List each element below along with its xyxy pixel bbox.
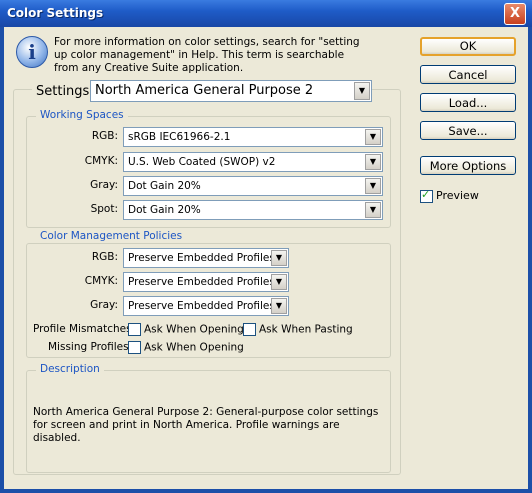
policy-rgb-label: RGB: xyxy=(91,251,118,263)
chevron-down-icon[interactable]: ▼ xyxy=(271,298,287,314)
preview-checkbox[interactable] xyxy=(420,188,433,203)
settings-select[interactable]: North America General Purpose 2 ▼ xyxy=(90,80,372,102)
ws-rgb-value: sRGB IEC61966-2.1 xyxy=(128,131,231,143)
mismatch-ask-pasting-label: Ask When Pasting xyxy=(259,323,353,336)
window-title: Color Settings xyxy=(7,6,104,20)
ws-gray-select[interactable]: Dot Gain 20% ▼ xyxy=(123,176,383,196)
chevron-down-icon[interactable]: ▼ xyxy=(365,178,381,194)
dialog-body: i For more information on color settings… xyxy=(4,27,528,489)
title-bar[interactable]: Color Settings X xyxy=(0,0,532,27)
info-icon: i xyxy=(16,36,48,68)
policy-rgb-select[interactable]: Preserve Embedded Profiles ▼ xyxy=(123,248,289,268)
mismatch-ask-pasting-option[interactable]: Ask When Pasting xyxy=(243,323,353,336)
ws-rgb-label: RGB: xyxy=(91,130,118,142)
close-button[interactable]: X xyxy=(504,3,526,25)
policy-gray-select[interactable]: Preserve Embedded Profiles ▼ xyxy=(123,296,289,316)
profile-mismatches-label: Profile Mismatches: xyxy=(33,323,136,335)
policy-cmyk-select[interactable]: Preserve Embedded Profiles ▼ xyxy=(123,272,289,292)
cancel-button[interactable]: Cancel xyxy=(420,65,516,84)
ws-spot-value: Dot Gain 20% xyxy=(128,204,201,216)
missing-ask-opening-option[interactable]: Ask When Opening xyxy=(128,341,244,354)
chevron-down-icon[interactable]: ▼ xyxy=(354,82,370,100)
missing-ask-opening-label: Ask When Opening xyxy=(144,341,244,354)
description-text: North America General Purpose 2: General… xyxy=(33,406,379,444)
chevron-down-icon[interactable]: ▼ xyxy=(365,154,381,170)
save-button[interactable]: Save... xyxy=(420,121,516,140)
ws-gray-label: Gray: xyxy=(90,179,118,191)
ws-cmyk-select[interactable]: U.S. Web Coated (SWOP) v2 ▼ xyxy=(123,152,383,172)
description-legend: Description xyxy=(36,363,104,375)
missing-ask-opening-checkbox[interactable] xyxy=(128,341,141,354)
settings-label: Settings: xyxy=(32,84,98,99)
policy-gray-label: Gray: xyxy=(90,299,118,311)
chevron-down-icon[interactable]: ▼ xyxy=(365,129,381,145)
policies-legend: Color Management Policies xyxy=(36,230,187,242)
load-button[interactable]: Load... xyxy=(420,93,516,112)
info-text: For more information on color settings, … xyxy=(54,36,360,74)
working-spaces-legend: Working Spaces xyxy=(36,109,128,121)
chevron-down-icon[interactable]: ▼ xyxy=(271,274,287,290)
preview-option[interactable]: Preview xyxy=(420,188,479,203)
mismatch-ask-pasting-checkbox[interactable] xyxy=(243,323,256,336)
mismatch-ask-opening-label: Ask When Opening xyxy=(144,323,244,336)
preview-label: Preview xyxy=(436,189,479,202)
settings-value: North America General Purpose 2 xyxy=(95,83,314,98)
more-options-button[interactable]: More Options xyxy=(420,156,516,175)
ws-spot-select[interactable]: Dot Gain 20% ▼ xyxy=(123,200,383,220)
chevron-down-icon[interactable]: ▼ xyxy=(365,202,381,218)
policy-cmyk-value: Preserve Embedded Profiles xyxy=(128,276,275,288)
policy-gray-value: Preserve Embedded Profiles xyxy=(128,300,275,312)
policy-cmyk-label: CMYK: xyxy=(84,275,118,287)
mismatch-ask-opening-option[interactable]: Ask When Opening xyxy=(128,323,244,336)
ws-cmyk-value: U.S. Web Coated (SWOP) v2 xyxy=(128,156,276,168)
ws-spot-label: Spot: xyxy=(90,203,118,215)
mismatch-ask-opening-checkbox[interactable] xyxy=(128,323,141,336)
ws-gray-value: Dot Gain 20% xyxy=(128,180,201,192)
ws-rgb-select[interactable]: sRGB IEC61966-2.1 ▼ xyxy=(123,127,383,147)
ws-cmyk-label: CMYK: xyxy=(84,155,118,167)
chevron-down-icon[interactable]: ▼ xyxy=(271,250,287,266)
missing-profiles-label: Missing Profiles: xyxy=(48,341,133,353)
policy-rgb-value: Preserve Embedded Profiles xyxy=(128,252,275,264)
ok-button[interactable]: OK xyxy=(420,37,516,56)
color-settings-window: Color Settings X i For more information … xyxy=(0,0,532,493)
